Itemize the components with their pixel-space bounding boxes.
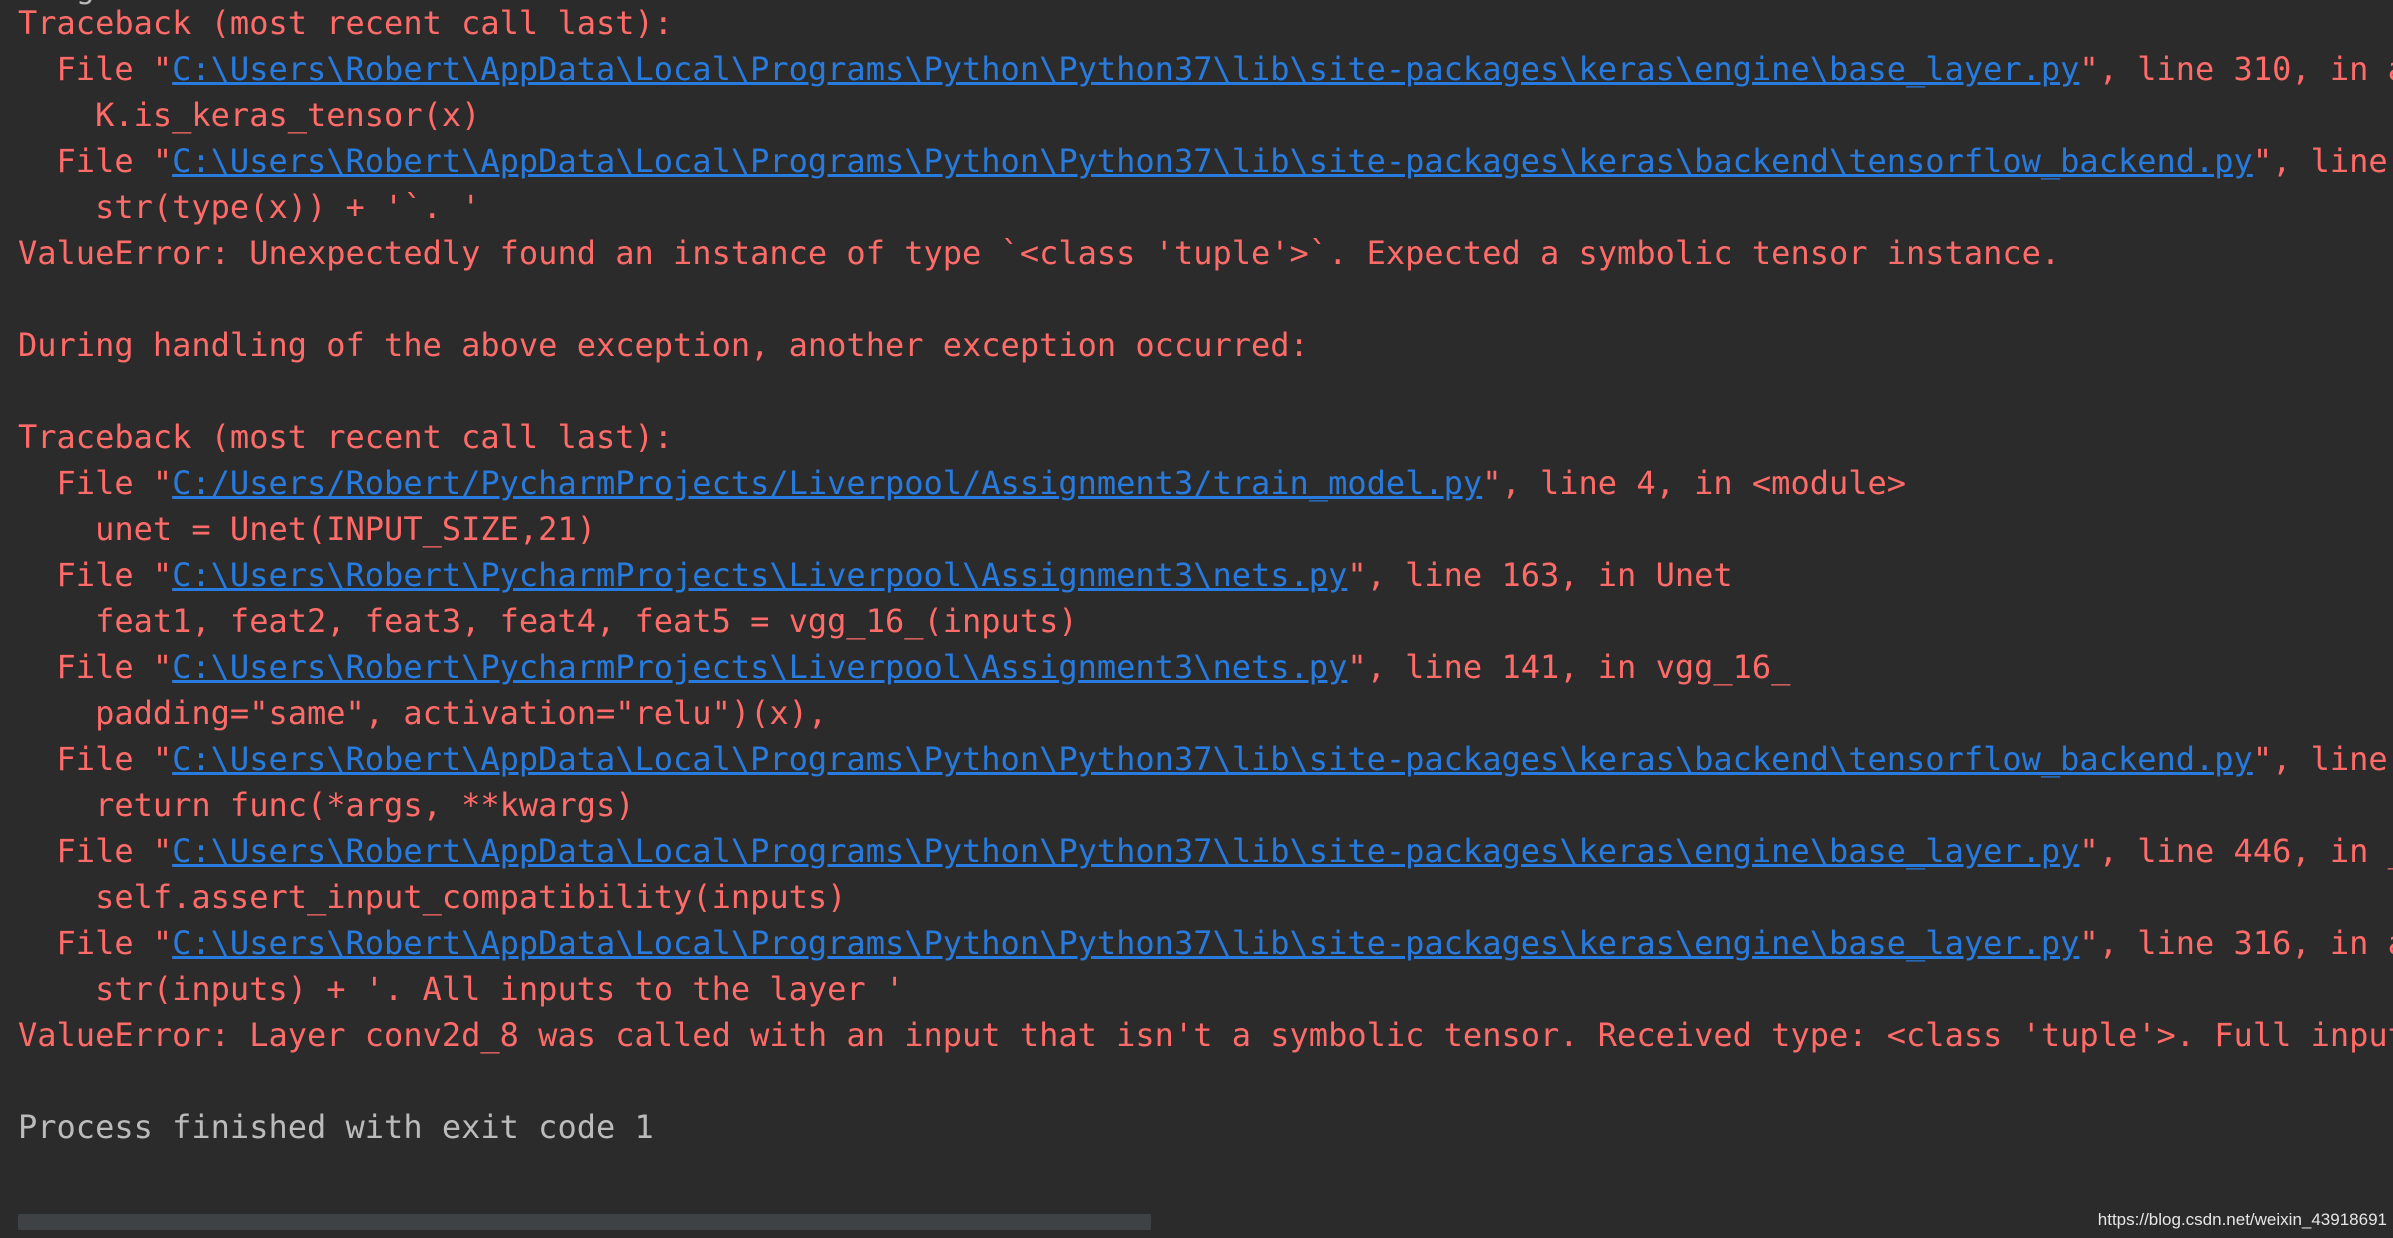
file-suffix: ", line 310, in as: [2079, 50, 2393, 88]
file-suffix: ", line 316, in as: [2079, 924, 2393, 962]
traceback-file-line: File "C:\Users\Robert\AppData\Local\Prog…: [18, 736, 2393, 782]
horizontal-scrollbar-thumb[interactable]: [18, 1214, 1151, 1230]
horizontal-scrollbar[interactable]: [18, 1214, 2378, 1230]
source-code-line: self.assert_input_compatibility(inputs): [18, 878, 847, 916]
watermark: https://blog.csdn.net/weixin_43918691: [2097, 1210, 2387, 1229]
file-suffix: ", line 163, in Unet: [1347, 556, 1733, 594]
traceback-file-line: File "C:\Users\Robert\PycharmProjects\Li…: [18, 552, 2393, 598]
source-code-line: feat1, feat2, feat3, feat4, feat5 = vgg_…: [18, 602, 1078, 640]
error-message-line: ValueError: Layer conv2d_8 was called wi…: [18, 1016, 2393, 1054]
file-prefix: File ": [18, 832, 173, 870]
error-message-line: ValueError: Unexpectedly found an instan…: [18, 234, 2061, 272]
file-prefix: File ": [18, 556, 173, 594]
exit-status-line: Process finished with exit code 1: [18, 1108, 654, 1146]
file-prefix: File ": [18, 648, 173, 686]
file-suffix: ", line 141, in vgg_16_: [1347, 648, 1791, 686]
traceback-file-line: File "C:\Users\Robert\AppData\Local\Prog…: [18, 138, 2393, 184]
file-path-link[interactable]: C:\Users\Robert\AppData\Local\Programs\P…: [172, 832, 2079, 870]
file-path-link[interactable]: C:/Users/Robert/PycharmProjects/Liverpoo…: [172, 464, 1482, 502]
traceback-file-line: File "C:/Users/Robert/PycharmProjects/Li…: [18, 460, 2393, 506]
file-suffix: ", line 7: [2252, 740, 2388, 778]
file-prefix: File ": [18, 924, 173, 962]
file-suffix: ", line 4, in <module>: [1482, 464, 1907, 502]
file-suffix: ", line 446, in __: [2079, 832, 2393, 870]
traceback-header: Traceback (most recent call last):: [18, 418, 674, 456]
console-line: During handling of the above exception, …: [18, 326, 1309, 364]
traceback-file-line: File "C:\Users\Robert\AppData\Local\Prog…: [18, 920, 2393, 966]
file-suffix: ", line 6: [2252, 142, 2388, 180]
source-code-line: str(inputs) + '. All inputs to the layer…: [18, 970, 905, 1008]
file-path-link[interactable]: C:\Users\Robert\PycharmProjects\Liverpoo…: [172, 648, 1347, 686]
source-code-line: unet = Unet(INPUT_SIZE,21): [18, 510, 596, 548]
file-path-link[interactable]: C:\Users\Robert\AppData\Local\Programs\P…: [172, 740, 2253, 778]
run-console[interactable]: ng Traceback (most recent call last): Fi…: [0, 0, 2393, 1238]
traceback-file-line: File "C:\Users\Robert\AppData\Local\Prog…: [18, 828, 2393, 874]
traceback-file-line: File "C:\Users\Robert\AppData\Local\Prog…: [18, 46, 2393, 92]
source-code-line: padding="same", activation="relu")(x),: [18, 694, 828, 732]
file-path-link[interactable]: C:\Users\Robert\PycharmProjects\Liverpoo…: [172, 556, 1347, 594]
file-path-link[interactable]: C:\Users\Robert\AppData\Local\Programs\P…: [172, 142, 2253, 180]
source-code-line: return func(*args, **kwargs): [18, 786, 635, 824]
file-path-link[interactable]: C:\Users\Robert\AppData\Local\Programs\P…: [172, 50, 2079, 88]
traceback-file-line: File "C:\Users\Robert\PycharmProjects\Li…: [18, 644, 2393, 690]
source-code-line: str(type(x)) + '`. ': [18, 188, 481, 226]
traceback-header: Traceback (most recent call last):: [18, 4, 674, 42]
file-path-link[interactable]: C:\Users\Robert\AppData\Local\Programs\P…: [172, 924, 2079, 962]
file-prefix: File ": [18, 464, 173, 502]
console-output: Traceback (most recent call last): File …: [18, 0, 2393, 1150]
file-prefix: File ": [18, 142, 173, 180]
file-prefix: File ": [18, 740, 173, 778]
file-prefix: File ": [18, 50, 173, 88]
source-code-line: K.is_keras_tensor(x): [18, 96, 481, 134]
